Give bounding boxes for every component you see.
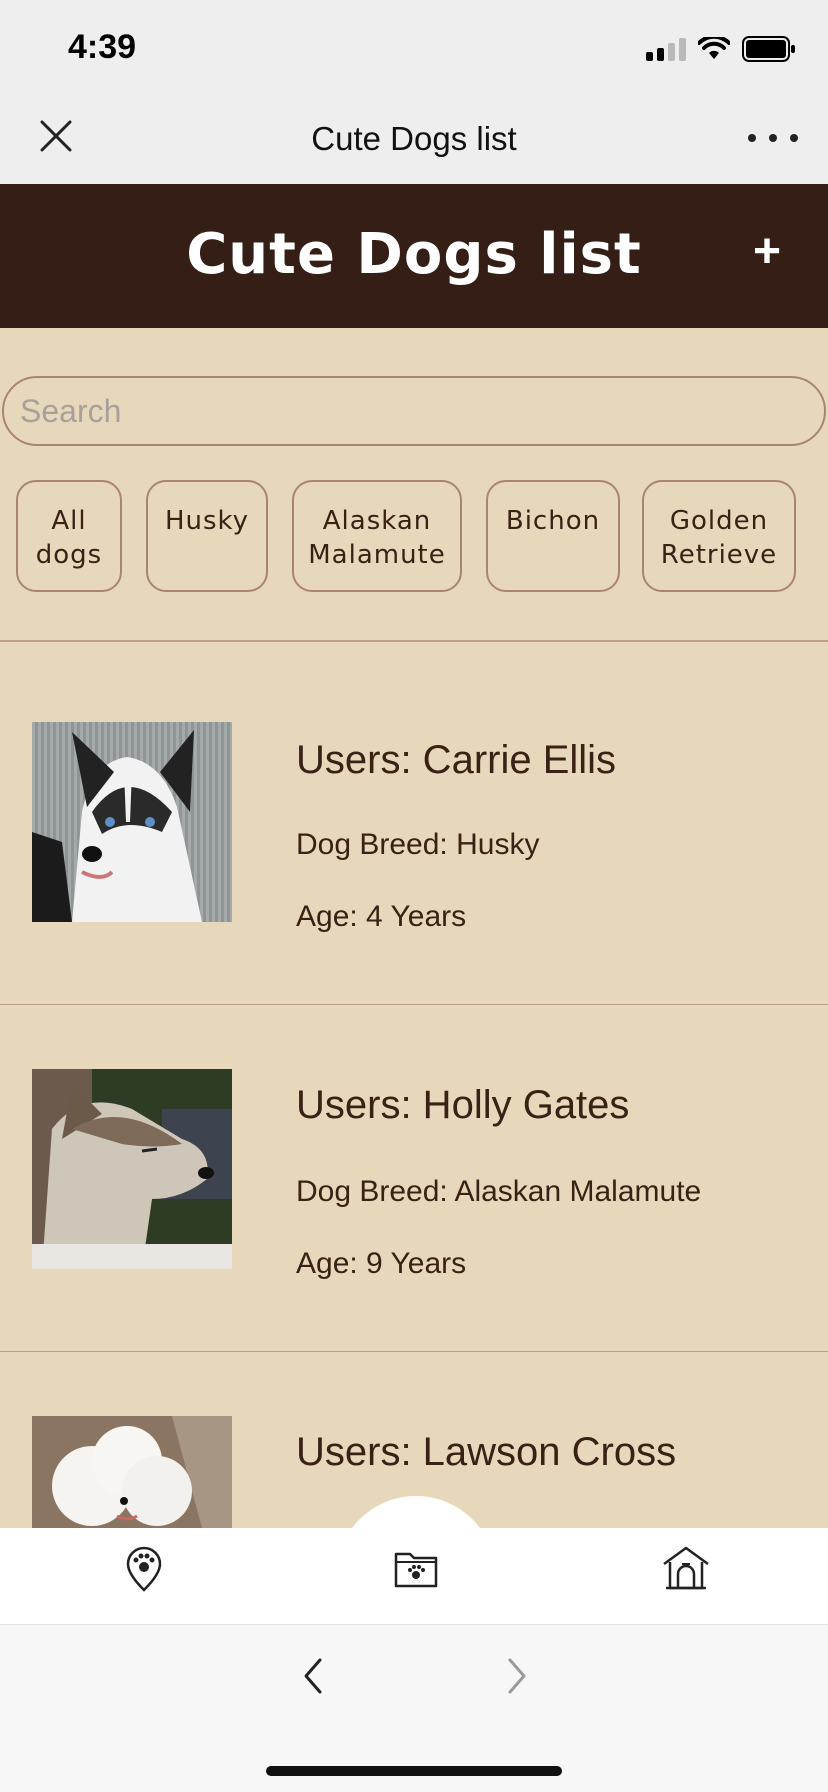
search-input[interactable]	[4, 378, 824, 444]
chip-label-line: Malamute	[308, 540, 446, 570]
cellular-signal-icon	[646, 37, 686, 61]
dog-age: Age: 9 Years	[296, 1247, 467, 1280]
dog-photo-husky	[32, 722, 232, 922]
dog-user-name: Users: Lawson Cross	[296, 1430, 677, 1474]
chip-label-line: Bichon	[505, 506, 601, 536]
dog-age: Age: 4 Years	[296, 900, 467, 933]
battery-icon	[742, 36, 795, 62]
more-options-icon[interactable]	[748, 118, 798, 158]
chip-label-line: Husky	[164, 506, 250, 536]
dog-house-icon[interactable]	[662, 1544, 710, 1592]
back-arrow-icon[interactable]	[294, 1654, 334, 1698]
filter-chip-bichon[interactable]: Bichon	[486, 480, 620, 592]
dog-user-name: Users: Holly Gates	[296, 1083, 630, 1127]
dog-photo-malamute	[32, 1069, 232, 1269]
chip-label-line: Alaskan	[322, 506, 432, 536]
container-nav-bar: Cute Dogs list	[0, 92, 828, 184]
dog-location-icon[interactable]	[120, 1544, 168, 1592]
chip-label-line: All	[51, 506, 87, 536]
search-box	[2, 376, 826, 446]
dog-list-item[interactable]: Users: Holly Gates Dog Breed: Alaskan Ma…	[0, 1005, 828, 1351]
filter-chip-husky[interactable]: Husky	[146, 480, 268, 592]
chip-label-line: Retrieve	[660, 540, 778, 570]
filter-chip-all-dogs[interactable]: All dogs	[16, 480, 122, 592]
status-icons	[646, 36, 796, 62]
home-indicator[interactable]	[266, 1766, 562, 1776]
status-time: 4:39	[68, 28, 137, 66]
nav-title: Cute Dogs list	[311, 120, 517, 157]
filter-chip-golden-retriever[interactable]: Golden Retrieve	[642, 480, 796, 592]
chip-label-line: dogs	[35, 540, 103, 570]
wifi-icon	[698, 37, 730, 59]
forward-arrow-icon[interactable]	[496, 1654, 536, 1698]
dog-breed: Dog Breed: Husky	[296, 828, 540, 861]
filter-chip-alaskan-malamute[interactable]: Alaskan Malamute	[292, 480, 462, 592]
dog-list-item[interactable]: Users: Carrie Ellis Dog Breed: Husky Age…	[0, 642, 828, 1004]
dog-breed: Dog Breed: Alaskan Malamute	[296, 1175, 702, 1208]
dog-folder-icon[interactable]	[392, 1544, 440, 1592]
add-dog-button[interactable]: +	[742, 222, 792, 282]
dog-photo-bichon	[32, 1416, 232, 1528]
chip-label-line: Golden	[669, 506, 769, 536]
app-header: Cute Dogs list +	[0, 184, 828, 328]
dog-user-name: Users: Carrie Ellis	[296, 738, 617, 782]
status-bar: 4:39	[0, 0, 828, 92]
page-title: Cute Dogs list	[186, 222, 642, 287]
